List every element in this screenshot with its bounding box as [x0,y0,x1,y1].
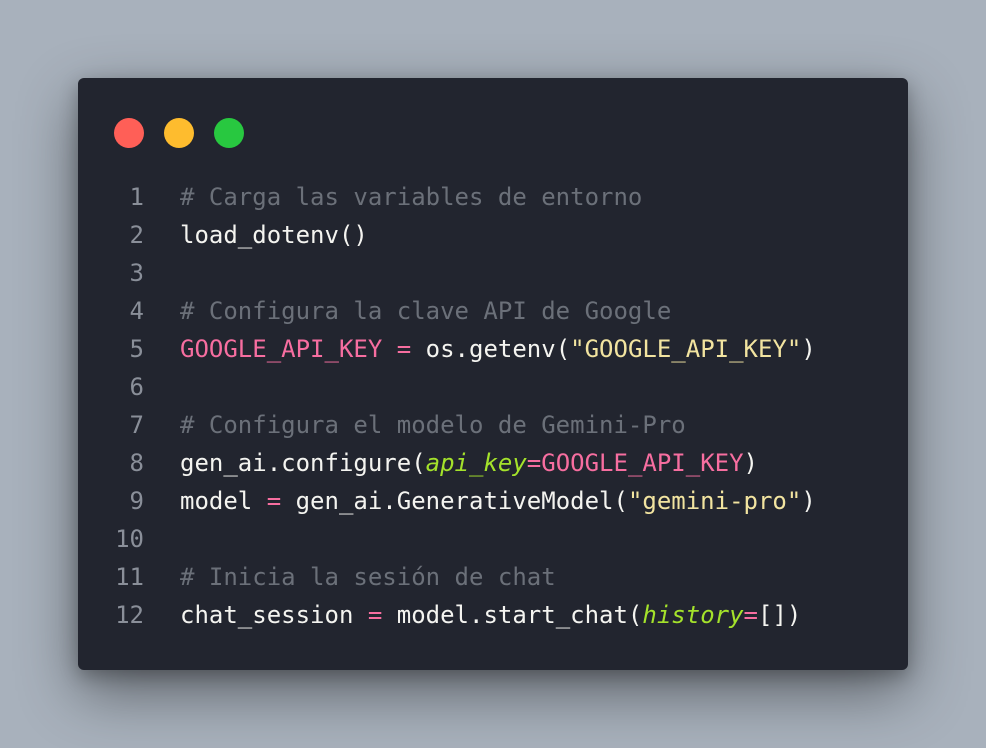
code-token-plain: ) [801,335,816,363]
code-line: 3 [78,254,908,292]
maximize-button[interactable] [214,118,244,148]
code-text: GOOGLE_API_KEY = os.getenv("GOOGLE_API_K… [180,330,816,368]
line-number: 7 [129,411,144,439]
line-number: 6 [129,373,144,401]
code-window: 1 # Carga las variables de entorno 2 load_d… [78,78,908,670]
code-token-plain: model [180,487,267,515]
code-token-plain: gen_ai.GenerativeModel( [281,487,628,515]
line-number: 10 [115,525,144,553]
code-line: 11 # Inicia la sesión de chat [78,558,908,596]
code-token-kw: api_key [425,449,527,477]
line-number: 5 [129,335,144,363]
line-number: 1 [129,183,144,211]
code-token-op: = [396,335,412,363]
code-line: 5 GOOGLE_API_KEY = os.getenv("GOOGLE_API_… [78,330,908,368]
code-line: 8 gen_ai.configure(api_key=GOOGLE_API_KEY… [78,444,908,482]
code-line: 7 # Configura el modelo de Gemini-Pro [78,406,908,444]
code-line: 9 model = gen_ai.GenerativeModel("gemini-… [78,482,908,520]
line-number: 9 [129,487,144,515]
line-number: 3 [129,259,144,287]
window-controls [114,118,244,148]
code-token-op: = [266,487,282,515]
minimize-button[interactable] [164,118,194,148]
code-token-comment: # Configura el modelo de Gemini-Pro [180,411,686,439]
code-editor[interactable]: 1 # Carga las variables de entorno 2 load_d… [78,178,908,634]
code-token-comment: # Configura la clave API de Google [180,297,672,325]
code-token-plain: ) [801,487,816,515]
code-text: chat_session = model.start_chat(history=… [180,596,801,634]
code-line: 1 # Carga las variables de entorno [78,178,908,216]
code-token-plain: []) [758,601,802,629]
line-number: 12 [115,601,144,629]
code-line: 4 # Configura la clave API de Google [78,292,908,330]
code-token-plain: load_dotenv() [180,221,368,249]
code-line: 10 [78,520,908,558]
code-token-var: GOOGLE_API_KEY [180,335,383,363]
code-token-plain: os.getenv( [411,335,571,363]
code-text: # Inicia la sesión de chat [180,558,556,596]
code-token-comment: # Inicia la sesión de chat [180,563,556,591]
code-token-str: "GOOGLE_API_KEY" [570,335,802,363]
code-line: 2 load_dotenv() [78,216,908,254]
line-number: 4 [129,297,144,325]
code-text: load_dotenv() [180,216,368,254]
code-token-op: = [743,601,758,629]
code-text: # Configura el modelo de Gemini-Pro [180,406,686,444]
line-number: 8 [129,449,144,477]
code-token-comment: # Carga las variables de entorno [180,183,643,211]
code-token-plain: model.start_chat( [382,601,643,629]
code-token-plain: ) [743,449,758,477]
line-number: 11 [115,563,144,591]
code-token-str: "gemini-pro" [627,487,802,515]
close-button[interactable] [114,118,144,148]
code-token-var: GOOGLE_API_KEY [541,449,744,477]
code-text: # Carga las variables de entorno [180,178,642,216]
line-number: 2 [129,221,144,249]
code-token-op: = [526,449,542,477]
code-text: model = gen_ai.GenerativeModel("gemini-p… [180,482,816,520]
code-token-plain: chat_session [180,601,368,629]
code-line: 12 chat_session = model.start_chat(histor… [78,596,908,634]
code-token-plain: gen_ai.configure( [180,449,426,477]
code-token-op: = [367,601,383,629]
code-token-kw: history [642,601,744,629]
code-text: # Configura la clave API de Google [180,292,671,330]
code-line: 6 [78,368,908,406]
code-text: gen_ai.configure(api_key=GOOGLE_API_KEY) [180,444,758,482]
